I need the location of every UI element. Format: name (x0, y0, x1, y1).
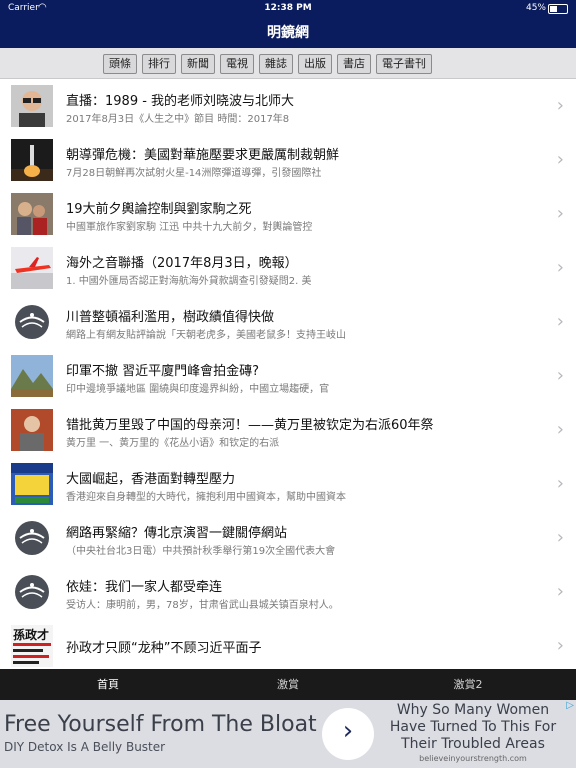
article-subtitle: 中國軍旅作家劉家駒 江迅 中共十九大前夕，對輿論管控 (66, 222, 313, 233)
top-bar: Carrier ◠ 12:38 PM 45% 明鏡網 (0, 0, 576, 48)
article-subtitle: （中央社台北3日電）中共預計秋季舉行第19次全國代表大會 (66, 546, 336, 557)
category-button[interactable]: 書店 (337, 54, 371, 74)
article-thumbnail (11, 463, 53, 505)
category-button[interactable]: 電子書刊 (376, 54, 432, 74)
list-item[interactable]: 印軍不撤 習近平廈門峰會拍金磚? 印中邊境爭議地區 圍繞與印度邊界糾紛，中國立場趨… (0, 349, 576, 404)
ad-headline: Free Yourself From The Bloat (4, 712, 317, 737)
list-item[interactable]: 直播：1989 - 我的老师刘晓波与北师大 2017年8月3日《人生之中》節目 時… (0, 79, 576, 134)
adchoices-icon[interactable]: ▷ (566, 700, 574, 711)
article-subtitle: 香港迎來自身轉型的大時代，擁抱利用中國資本，幫助中國資本 (66, 492, 346, 503)
list-item[interactable]: 海外之音聯播（2017年8月3日，晚報） 1. 中國外匯局否認正對海航海外貸款調查… (0, 241, 576, 296)
category-button[interactable]: 雜誌 (259, 54, 293, 74)
article-list[interactable]: 直播：1989 - 我的老师刘晓波与北师大 2017年8月3日《人生之中》節目 時… (0, 79, 576, 669)
article-thumbnail (11, 517, 53, 559)
article-title: 错批黄万里毁了中国的母亲河！——黄万里被钦定为右派60年祭 (66, 418, 434, 433)
category-buttons: 頭條 排行 新聞 電視 雜誌 出版 書店 電子書刊 (103, 54, 432, 74)
page-title: 明鏡網 (267, 25, 309, 41)
list-item[interactable]: 19大前夕輿論控制與劉家駒之死中國軍旅作家劉家駒 江迅 中共十九大前夕，對輿論管… (0, 187, 576, 242)
list-item[interactable]: 依娃：我们一家人都受牵连受访人：康明前，男，78岁，甘肃省武山县城关镇百泉村人。… (0, 565, 576, 620)
list-item[interactable]: 孫政才孙政才只顾“龙种”不顾习近平面子 › (0, 619, 576, 669)
article-subtitle: 1. 中國外匯局否認正對海航海外貸款調查引發疑問2. 美 (66, 276, 312, 287)
ad-arrow-button[interactable]: › (322, 708, 374, 760)
article-title: 印軍不撤 習近平廈門峰會拍金磚? (66, 364, 260, 379)
article-subtitle: 受访人：康明前，男，78岁，甘肃省武山县城关镇百泉村人。 (66, 600, 339, 611)
list-item[interactable]: 川普整頓福利濫用，樹政績值得快做網路上有網友貼評論說「天朝老虎多，美國老鼠多！支… (0, 295, 576, 350)
article-thumbnail: 孫政才 (11, 625, 53, 667)
tab-item[interactable]: 激賞 (240, 669, 336, 700)
battery-icon (548, 4, 568, 14)
list-item[interactable]: 错批黄万里毁了中国的母亲河！——黄万里被钦定为右派60年祭黄万里 一、黄万里的《… (0, 403, 576, 458)
category-button[interactable]: 電視 (220, 54, 254, 74)
svg-text:孫政才: 孫政才 (13, 627, 49, 642)
article-title: 朝導彈危機：美國對華施壓要求更嚴厲制裁朝鮮 (66, 148, 340, 163)
tab-item[interactable]: 首頁 (60, 669, 156, 700)
article-subtitle: 印中邊境爭議地區 圍繞與印度邊界糾紛，中國立場趨硬，官 (66, 384, 330, 395)
article-thumbnail (11, 85, 53, 127)
category-button[interactable]: 新聞 (181, 54, 215, 74)
article-thumbnail (11, 571, 53, 613)
chevron-right-icon: › (342, 716, 354, 746)
battery-level (550, 6, 557, 12)
article-thumbnail (11, 247, 53, 289)
article-thumbnail (11, 139, 53, 181)
category-button[interactable]: 排行 (142, 54, 176, 74)
list-item[interactable]: 大國崛起，香港面對轉型壓力香港迎來自身轉型的大時代，擁抱利用中國資本，幫助中國資… (0, 457, 576, 512)
chevron-right-icon: › (556, 95, 564, 116)
battery-percent: 45% (525, 3, 546, 13)
ad-subline: DIY Detox Is A Belly Buster (4, 740, 166, 754)
article-title: 直播：1989 - 我的老师刘晓波与北师大 (66, 94, 295, 109)
article-title: 海外之音聯播（2017年8月3日，晚報） (66, 256, 298, 271)
article-subtitle: 網路上有網友貼評論說「天朝老虎多，美國老鼠多！支持王岐山 (66, 330, 346, 341)
chevron-right-icon: › (556, 311, 564, 332)
article-title: 孙政才只顾“龙种”不顾习近平面子 (66, 641, 262, 656)
tab-bar: 首頁 激賞 激賞2 (0, 669, 576, 700)
chevron-right-icon: › (556, 635, 564, 656)
chevron-right-icon: › (556, 365, 564, 386)
chevron-right-icon: › (556, 203, 564, 224)
chevron-right-icon: › (556, 419, 564, 440)
article-title: 大國崛起，香港面對轉型壓力 (66, 472, 236, 487)
article-title: 川普整頓福利濫用，樹政績值得快做 (66, 310, 275, 325)
article-thumbnail (11, 301, 53, 343)
article-thumbnail (11, 409, 53, 451)
tab-item[interactable]: 激賞2 (420, 669, 516, 700)
ad-right-text: Why So Many Women Have Turned To This Fo… (389, 702, 557, 752)
article-subtitle: 黄万里 一、黄万里的《花丛小语》和钦定的右派 (66, 438, 280, 449)
article-title: 網路再緊縮？傳北京演習一鍵關停網站 (66, 526, 288, 541)
article-thumbnail (11, 355, 53, 397)
chevron-right-icon: › (556, 581, 564, 602)
status-time: 12:38 PM (264, 3, 312, 13)
status-bar: Carrier ◠ 12:38 PM 45% (0, 0, 576, 16)
list-item[interactable]: 朝導彈危機：美國對華施壓要求更嚴厲制裁朝鮮 7月28日朝鮮再次試射火星-14洲際彈… (0, 133, 576, 188)
article-title: 依娃：我们一家人都受牵连 (66, 580, 223, 595)
category-bar: 頭條 排行 新聞 電視 雜誌 出版 書店 電子書刊 (0, 48, 576, 79)
chevron-right-icon: › (556, 527, 564, 548)
article-subtitle: 2017年8月3日《人生之中》節目 時間：2017年8 (66, 114, 290, 125)
list-item[interactable]: 網路再緊縮？傳北京演習一鍵關停網站 （中央社台北3日電）中共預計秋季舉行第19次全… (0, 511, 576, 566)
ad-banner[interactable]: Free Yourself From The Bloat DIY Detox I… (0, 700, 576, 768)
chevron-right-icon: › (556, 149, 564, 170)
chevron-right-icon: › (556, 473, 564, 494)
chevron-right-icon: › (556, 257, 564, 278)
article-thumbnail (11, 193, 53, 235)
category-button[interactable]: 出版 (298, 54, 332, 74)
article-subtitle: 7月28日朝鮮再次試射火星-14洲際彈道導彈，引發國際社 (66, 168, 322, 179)
ad-url: believeinyourstrength.com (419, 754, 527, 763)
article-title: 19大前夕輿論控制與劉家駒之死 (66, 202, 252, 217)
category-button[interactable]: 頭條 (103, 54, 137, 74)
